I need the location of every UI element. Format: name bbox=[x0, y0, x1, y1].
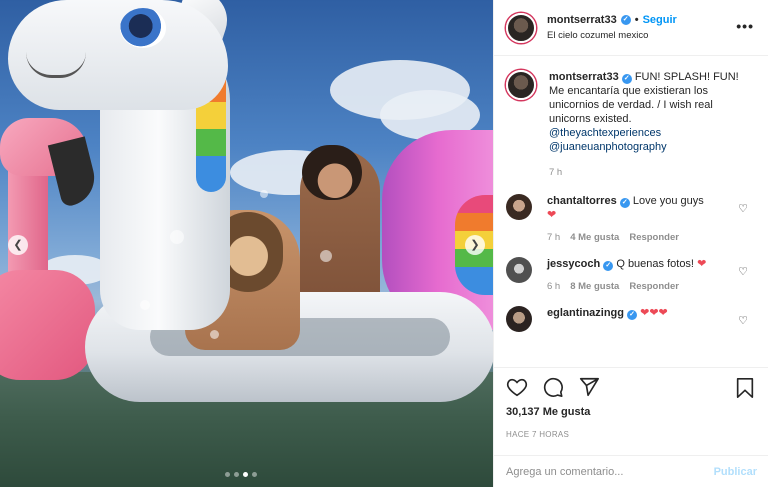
caption-mention[interactable]: @theyachtexperiences bbox=[549, 126, 749, 140]
carousel-dot bbox=[252, 472, 257, 477]
follow-button[interactable]: Seguir bbox=[643, 14, 677, 26]
post-timestamp[interactable]: HACE 7 HORAS bbox=[506, 430, 756, 439]
comment-reply-button[interactable]: Responder bbox=[629, 232, 679, 243]
post-photo[interactable]: ❮ ❯ bbox=[0, 0, 493, 487]
post-header: montserrat33 ✓ • Seguir El cielo cozumel… bbox=[494, 0, 768, 56]
comment-text: Love you guys bbox=[632, 195, 704, 207]
more-options-icon[interactable]: ••• bbox=[736, 18, 754, 34]
carousel-dots bbox=[225, 472, 257, 477]
verified-badge-icon: ✓ bbox=[620, 15, 631, 25]
heart-emoji: ❤❤❤ bbox=[640, 307, 668, 319]
flamingo-float-body bbox=[0, 270, 95, 380]
carousel-dot bbox=[225, 472, 230, 477]
comment-like-heart-icon[interactable]: ♡ bbox=[738, 314, 748, 327]
carousel-dot-active bbox=[243, 472, 248, 477]
commenter-avatar[interactable] bbox=[506, 306, 532, 332]
water-splash bbox=[170, 230, 184, 244]
author-username[interactable]: montserrat33 bbox=[547, 14, 617, 26]
person-standing-head bbox=[302, 145, 362, 200]
flamingo-float-beak bbox=[47, 136, 101, 208]
water-splash bbox=[320, 250, 332, 262]
heart-icon[interactable] bbox=[506, 376, 528, 398]
caption-time[interactable]: 7 h bbox=[549, 166, 749, 180]
likes-count[interactable]: 30,137 Me gusta bbox=[506, 406, 756, 418]
carousel-dot bbox=[234, 472, 239, 477]
comment-likes[interactable]: 8 Me gusta bbox=[570, 281, 619, 292]
carousel-next-button[interactable]: ❯ bbox=[465, 235, 485, 255]
caption-mention[interactable]: @juaneuanphotography bbox=[549, 140, 749, 154]
post-caption: montserrat33 ✓ FUN! SPLASH! FUN! Me enca… bbox=[506, 70, 756, 180]
verified-badge-icon: ✓ bbox=[619, 198, 630, 208]
verified-badge-icon: ✓ bbox=[621, 74, 632, 84]
comment-item: jessycoch ✓ Q buenas fotos! ❤ 6 h 8 Me g… bbox=[506, 257, 756, 292]
unicorn-smile bbox=[26, 52, 86, 78]
author-info: montserrat33 ✓ • Seguir El cielo cozumel… bbox=[547, 14, 677, 41]
heart-emoji: ❤ bbox=[697, 258, 707, 270]
post-side-panel: montserrat33 ✓ • Seguir El cielo cozumel… bbox=[493, 0, 768, 487]
add-comment-bar: Publicar bbox=[494, 455, 768, 487]
publish-button[interactable]: Publicar bbox=[714, 466, 757, 478]
comment-text: Q buenas fotos! bbox=[616, 258, 694, 270]
post-actions: 30,137 Me gusta HACE 7 HORAS bbox=[494, 367, 768, 455]
comment-time[interactable]: 7 h bbox=[547, 232, 560, 243]
verified-badge-icon: ✓ bbox=[627, 310, 638, 320]
comment-username[interactable]: jessycoch bbox=[547, 258, 600, 270]
verified-badge-icon: ✓ bbox=[603, 261, 614, 271]
carousel-prev-button[interactable]: ❮ bbox=[8, 235, 28, 255]
author-avatar[interactable] bbox=[506, 12, 536, 43]
commenter-avatar[interactable] bbox=[506, 194, 532, 220]
comment-username[interactable]: chantaltorres bbox=[547, 195, 617, 207]
comment-input[interactable] bbox=[506, 465, 714, 478]
comment-item: eglantinazingg ✓ ❤❤❤ ♡ bbox=[506, 306, 756, 332]
commenter-avatar[interactable] bbox=[506, 257, 532, 283]
comment-icon[interactable] bbox=[542, 376, 564, 398]
comment-like-heart-icon[interactable]: ♡ bbox=[738, 202, 748, 215]
post-location[interactable]: El cielo cozumel mexico bbox=[547, 30, 677, 41]
comments-section[interactable]: montserrat33 ✓ FUN! SPLASH! FUN! Me enca… bbox=[494, 56, 768, 367]
caption-avatar[interactable] bbox=[506, 70, 536, 100]
comment-item: chantaltorres ✓ Love you guys ❤ 7 h 4 Me… bbox=[506, 194, 756, 243]
follow-separator: • bbox=[634, 14, 639, 26]
water-splash bbox=[260, 190, 268, 198]
share-icon[interactable] bbox=[578, 376, 600, 398]
comment-username[interactable]: eglantinazingg bbox=[547, 307, 624, 319]
caption-username[interactable]: montserrat33 bbox=[549, 71, 619, 83]
unicorn-eye bbox=[120, 8, 166, 48]
comment-likes[interactable]: 4 Me gusta bbox=[570, 232, 619, 243]
comment-reply-button[interactable]: Responder bbox=[629, 281, 679, 292]
unicorn-float-head bbox=[8, 0, 228, 110]
heart-emoji: ❤ bbox=[547, 209, 557, 221]
water-splash bbox=[140, 300, 150, 310]
comment-time[interactable]: 6 h bbox=[547, 281, 560, 292]
comment-like-heart-icon[interactable]: ♡ bbox=[738, 265, 748, 278]
water-splash bbox=[210, 330, 219, 339]
bookmark-icon[interactable] bbox=[734, 377, 756, 399]
